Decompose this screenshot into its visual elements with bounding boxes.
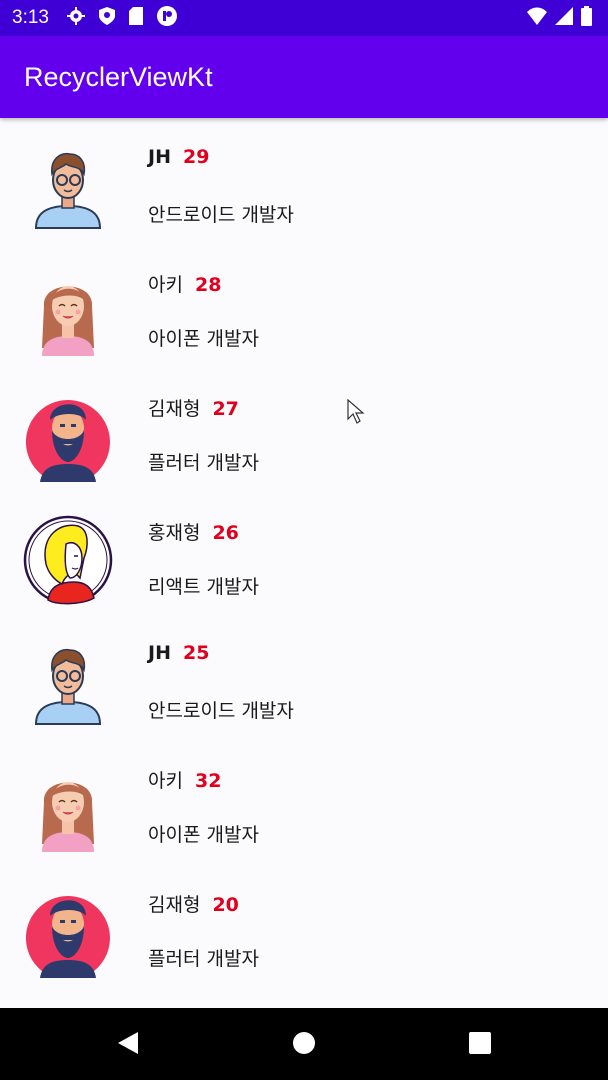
list-item[interactable]: 홍재형 26 리액트 개발자: [0, 490, 608, 614]
list-item[interactable]: 김재형 27 플러터 개발자: [0, 366, 608, 490]
item-age: 20: [212, 894, 239, 916]
shield-icon: [98, 7, 115, 29]
list-item[interactable]: JH 29 안드로이드 개발자: [0, 118, 608, 242]
item-age: 28: [194, 274, 222, 296]
list-item[interactable]: 아키 32 아이폰 개발자: [0, 738, 608, 862]
name-line: 김재형 27: [148, 394, 239, 421]
item-name: JH: [148, 146, 171, 168]
sd-card-icon: [128, 7, 143, 29]
item-age: 26: [212, 522, 239, 544]
signal-icon: [555, 7, 573, 29]
gear-icon: [66, 7, 85, 29]
recents-icon[interactable]: [467, 1030, 493, 1060]
navigation-bar: [0, 1008, 608, 1080]
item-name: JH: [148, 642, 171, 664]
status-icons-right: [527, 6, 592, 30]
name-line: 김재형 20: [148, 890, 239, 917]
item-name: 홍재형: [148, 522, 201, 544]
battery-icon: [581, 6, 592, 30]
item-job: 아이폰 개발자: [148, 824, 259, 846]
item-job: 안드로이드 개발자: [148, 700, 294, 722]
bearded-man-avatar-icon: [22, 886, 114, 980]
item-age: 32: [194, 770, 222, 792]
item-name: 아키: [148, 274, 183, 296]
name-line: 홍재형 26: [148, 518, 239, 545]
back-icon[interactable]: [114, 1030, 140, 1060]
item-name: 아키: [148, 770, 183, 792]
app-notification-icon: [156, 6, 177, 30]
home-icon[interactable]: [291, 1030, 317, 1060]
item-job: 아이폰 개발자: [148, 328, 259, 350]
list-item[interactable]: 아키 28 아이폰 개발자: [0, 242, 608, 366]
item-name: 김재형: [148, 398, 201, 420]
app-title: RecyclerViewKt: [24, 61, 213, 92]
man-glasses-avatar-icon: [22, 638, 114, 730]
item-age: 27: [212, 398, 239, 420]
name-line: 아키 28: [148, 270, 221, 297]
blonde-woman-avatar-icon: [22, 514, 114, 606]
woman-long-hair-avatar-icon: [22, 762, 114, 854]
status-icons-left: [66, 6, 177, 30]
item-age: 25: [182, 642, 210, 664]
man-glasses-avatar-icon: [22, 142, 114, 234]
status-bar: 3:13: [0, 0, 608, 36]
item-job: 플러터 개발자: [148, 948, 259, 970]
item-name: 김재형: [148, 894, 201, 916]
item-job: 플러터 개발자: [148, 452, 259, 474]
app-bar: RecyclerViewKt: [0, 36, 608, 118]
woman-long-hair-avatar-icon: [22, 266, 114, 358]
name-line: JH 29: [148, 146, 209, 168]
mouse-cursor-icon: [347, 398, 365, 429]
item-age: 29: [182, 146, 210, 168]
status-time: 3:13: [12, 7, 49, 28]
list-item[interactable]: 김재형 20 플러터 개발자: [0, 862, 608, 986]
name-line: JH 25: [148, 642, 209, 664]
name-line: 아키 32: [148, 766, 221, 793]
item-job: 리액트 개발자: [148, 576, 259, 598]
recycler-list[interactable]: JH 29 안드로이드 개발자 아키 28 아이폰 개발자 김재형 27 플러터…: [0, 118, 608, 1008]
bearded-man-avatar-icon: [22, 390, 114, 484]
list-item[interactable]: JH 25 안드로이드 개발자: [0, 614, 608, 738]
item-job: 안드로이드 개발자: [148, 204, 294, 226]
wifi-icon: [527, 7, 547, 29]
